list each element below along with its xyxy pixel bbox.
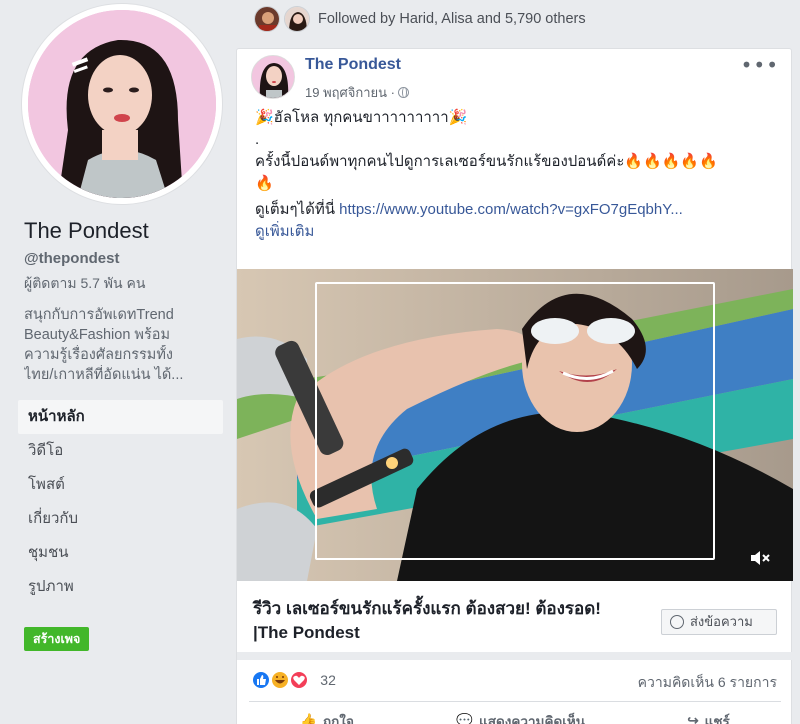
profile-photo	[28, 10, 216, 198]
nav-item-photos[interactable]: รูปภาพ	[18, 570, 223, 604]
post-timestamp[interactable]: 19 พฤศจิกายน ·	[305, 82, 409, 103]
messenger-icon	[670, 615, 684, 629]
post-author-avatar[interactable]	[251, 55, 295, 99]
comment-icon: 💬	[456, 713, 474, 724]
followed-by-bar: Followed by Harid, Alisa and 5,790 other…	[236, 0, 800, 40]
followers-count: ผู้ติดตาม 5.7 พัน คน	[24, 275, 146, 291]
about-line: ไทย/เกาหลีที่อัดแน่น ได้...	[24, 367, 184, 383]
nav-item-community[interactable]: ชุมชน	[18, 536, 223, 570]
nav-item-about[interactable]: เกี่ยวกับ	[18, 502, 223, 536]
video-title[interactable]: รีวิว เลเซอร์ขนรักแร้ครั้งแรก ต้องสวย! ต…	[253, 597, 633, 645]
post-link-prefix: ดูเต็มๆได้ที่นี่	[255, 201, 340, 218]
about-line: ความรู้เรื่องศัลยกรรมทั้ง	[24, 347, 174, 363]
page-title[interactable]: The Pondest	[24, 218, 149, 244]
page-about: สนุกกับการอัพเดทTrend Beauty&Fashion พร้…	[24, 305, 220, 385]
create-page-button[interactable]: สร้างเพจ	[24, 627, 90, 651]
share-label: แชร์	[704, 714, 730, 724]
like-icon: 👍	[300, 713, 317, 724]
like-reaction-icon	[251, 669, 271, 690]
more-options-icon[interactable]: •••	[741, 53, 779, 77]
share-icon: ↪	[687, 713, 699, 724]
post-text-line: ดูเต็มๆได้ที่นี่ https://www.youtube.com…	[255, 199, 783, 221]
page-nav: หน้าหลัก วิดีโอ โพสต์ เกี่ยวกับ ชุมชน รู…	[18, 400, 223, 604]
nav-item-videos[interactable]: วิดีโอ	[18, 434, 223, 468]
left-sidebar: The Pondest @thepondest ผู้ติดตาม 5.7 พั…	[0, 0, 236, 724]
video-frame-overlay	[315, 282, 715, 560]
globe-icon	[398, 87, 409, 98]
post-author-name[interactable]: The Pondest	[305, 56, 401, 74]
page-handle[interactable]: @thepondest	[24, 250, 119, 267]
actions-divider	[249, 701, 781, 702]
section-divider	[237, 652, 793, 660]
like-button[interactable]: 👍 ถูกใจ	[300, 705, 354, 724]
send-message-label: ส่งข้อความ	[690, 614, 753, 629]
nav-item-posts[interactable]: โพสต์	[18, 468, 223, 502]
share-button[interactable]: ↪ แชร์	[687, 705, 729, 724]
reaction-count: 32	[320, 671, 336, 688]
post-text-line: 🔥	[255, 175, 274, 192]
comments-count[interactable]: ความคิดเห็น 6 รายการ	[638, 672, 777, 694]
haha-reaction-icon	[270, 669, 291, 690]
post-text-line: .	[255, 131, 260, 148]
see-more-link[interactable]: ดูเพิ่มเติม	[255, 221, 783, 243]
reactions-summary[interactable]: 32	[251, 669, 336, 693]
send-message-button[interactable]: ส่งข้อความ	[661, 609, 777, 635]
video-player[interactable]	[237, 269, 793, 581]
like-label: ถูกใจ	[323, 714, 354, 724]
mute-icon[interactable]	[749, 549, 771, 567]
comment-label: แสดงความคิดเห็น	[479, 714, 585, 724]
post-text-line: ครั้งนี้ปอนด์พาทุกคนไปดูการเลเซอร์ขนรักแ…	[255, 153, 718, 170]
post-text-line: 🎉ฮัลโหล ทุกคนขาาาาาาาาา🎉	[255, 109, 468, 126]
friend-avatar[interactable]	[284, 6, 310, 32]
nav-item-home[interactable]: หน้าหลัก	[18, 400, 223, 434]
about-line: สนุกกับการอัพเดทTrend	[24, 307, 174, 323]
about-line: Beauty&Fashion พร้อม	[24, 327, 171, 343]
post-date[interactable]: 19 พฤศจิกายน ·	[305, 85, 395, 100]
followed-by-text[interactable]: Followed by Harid, Alisa and 5,790 other…	[318, 11, 586, 27]
love-reaction-icon	[289, 669, 310, 690]
post-message: 🎉ฮัลโหล ทุกคนขาาาาาาาาา🎉 . ครั้งนี้ปอนด์…	[255, 107, 783, 243]
post-actions: 👍 ถูกใจ 💬 แสดงความคิดเห็น ↪ แชร์	[249, 705, 781, 724]
post-card: The Pondest 19 พฤศจิกายน · ••• 🎉ฮัลโหล ท…	[236, 48, 793, 724]
profile-avatar[interactable]	[22, 4, 222, 204]
comment-button[interactable]: 💬 แสดงความคิดเห็น	[456, 705, 585, 724]
friend-avatar[interactable]	[254, 6, 280, 32]
youtube-link[interactable]: https://www.youtube.com/watch?v=gxFO7gEq…	[339, 201, 683, 218]
